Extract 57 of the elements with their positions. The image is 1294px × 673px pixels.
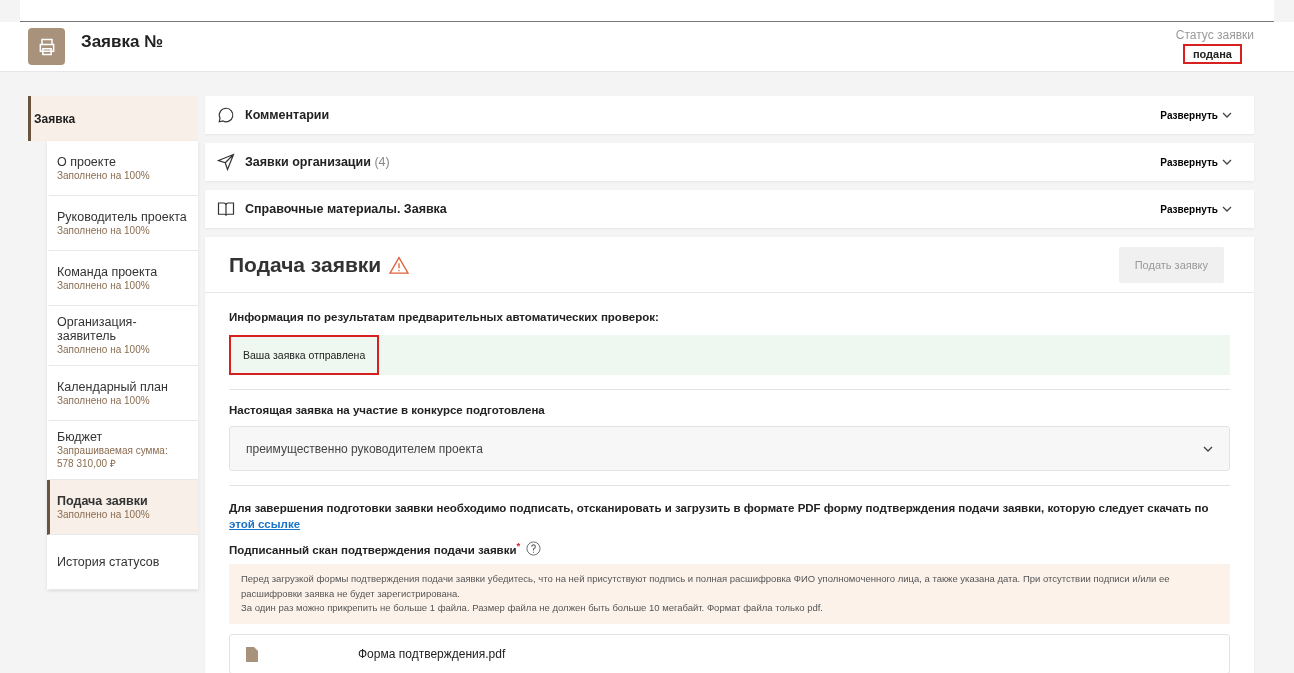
file-icon [246, 646, 258, 662]
checks-label: Информация по результатам предварительных автоматических проверок: [229, 311, 660, 323]
sidebar-item-detail: Заполнено на 100% [57, 169, 151, 182]
chevron-down-icon [1222, 204, 1232, 214]
sidebar-item-detail: Заполнено на 100% [57, 224, 151, 237]
sidebar-item-detail: Запрашиваемая сумма: [57, 444, 169, 457]
message-text: Ваша заявка отправлена [229, 335, 380, 375]
sidebar-item-title: Календарный план [57, 379, 169, 394]
sidebar-item-title: Подача заявки [57, 493, 149, 508]
chevron-down-icon [1222, 110, 1232, 120]
expand-button[interactable]: Развернуть [1160, 156, 1232, 168]
accordion-title: Заявки организации (4) [245, 155, 391, 169]
sidebar-item-title: Команда проекта [57, 264, 159, 279]
section-title: Подача заявки [229, 252, 382, 277]
sidebar-item[interactable]: Команда проекта Заполнено на 100% [47, 251, 198, 306]
sidebar-item-detail: Заполнено на 100% [57, 394, 151, 407]
notice-text: За один раз можно прикрепить не больше 1 файла. Размер файла не должен быть больше 10 мегабайт. Формат файла только pdf. [241, 601, 824, 616]
chevron-down-icon [1222, 157, 1232, 167]
sidebar-item-title: Бюджет [57, 430, 104, 444]
sidebar-item[interactable]: Руководитель проекта Заполнено на 100% [47, 196, 198, 251]
send-icon [217, 153, 235, 171]
sidebar-item-detail: Заполнено на 100% [57, 343, 151, 356]
sidebar-item[interactable]: Подача заявки Заполнено на 100% [47, 480, 198, 535]
sidebar-item[interactable]: О проекте Заполнено на 100% [47, 141, 198, 196]
sidebar-item-title: О проекте [57, 154, 117, 169]
sidebar-item[interactable]: Календарный план Заполнено на 100% [47, 366, 198, 421]
book-icon [217, 200, 235, 218]
accordion-title: Справочные материалы. Заявка [245, 202, 448, 216]
status-value: подана [1182, 44, 1242, 64]
preparer-select[interactable]: преимущественно руководителем проекта [229, 426, 1230, 471]
sidebar-item[interactable]: Организация-заявитель Заполнено на 100% [47, 306, 198, 366]
download-link[interactable]: этой ссылке [229, 518, 301, 531]
accordion-header[interactable]: Справочные материалы. Заявка Развернуть [205, 190, 1254, 228]
sidebar-item-title: История статусов [57, 555, 161, 569]
prepared-label: Настоящая заявка на участие в конкурсе подготовлена [229, 404, 546, 416]
file-name[interactable]: Форма подтверждения.pdf [358, 647, 506, 662]
sidebar-item[interactable]: История статусов [47, 535, 198, 590]
sidebar-item-detail: 578 310,00 ₽ [57, 457, 117, 470]
help-icon[interactable] [526, 540, 542, 556]
speech-bubble-icon [217, 106, 235, 124]
instructions-text: Для завершения подготовки заявки необходимо подписать, отсканировать и загрузить в формате PDF форму подтверждения подачи заявки, которую следует скачать по этой ссылке [229, 501, 1210, 533]
notice-text: Перед загрузкой формы подтверждения подачи заявки убедитесь, что на ней присутствуют подпись и полная расшифровка ФИО уполномоченного лица, а также указана дата. При отсутствии подписи и/или ее расшифровки заявка не будет зарегистрирована. [241, 572, 1171, 601]
accordion-header[interactable]: Заявки организации (4) Развернуть [205, 143, 1254, 181]
status-label: Статус заявки [1175, 28, 1254, 42]
accordion-title: Комментарии [245, 108, 331, 122]
sidebar-item[interactable]: Бюджет Запрашиваемая сумма: 578 310,00 ₽ [47, 421, 198, 480]
sidebar-item-detail: Заполнено на 100% [57, 508, 151, 521]
printer-icon[interactable] [28, 28, 65, 65]
sidebar-section[interactable]: Заявка [28, 96, 198, 141]
sidebar-item-detail: Заполнено на 100% [57, 279, 151, 292]
upload-label: Подписанный скан подтверждения подачи заявки$^{*}$ [229, 540, 521, 556]
expand-button[interactable]: Развернуть [1160, 203, 1232, 215]
sidebar-item-title: Организация-заявитель [57, 315, 138, 343]
application-title: Заявка № [81, 32, 165, 52]
sidebar-item-title: Руководитель проекта [57, 209, 188, 224]
expand-button[interactable]: Развернуть [1160, 109, 1232, 121]
accordion-header[interactable]: Комментарии Развернуть [205, 96, 1254, 134]
